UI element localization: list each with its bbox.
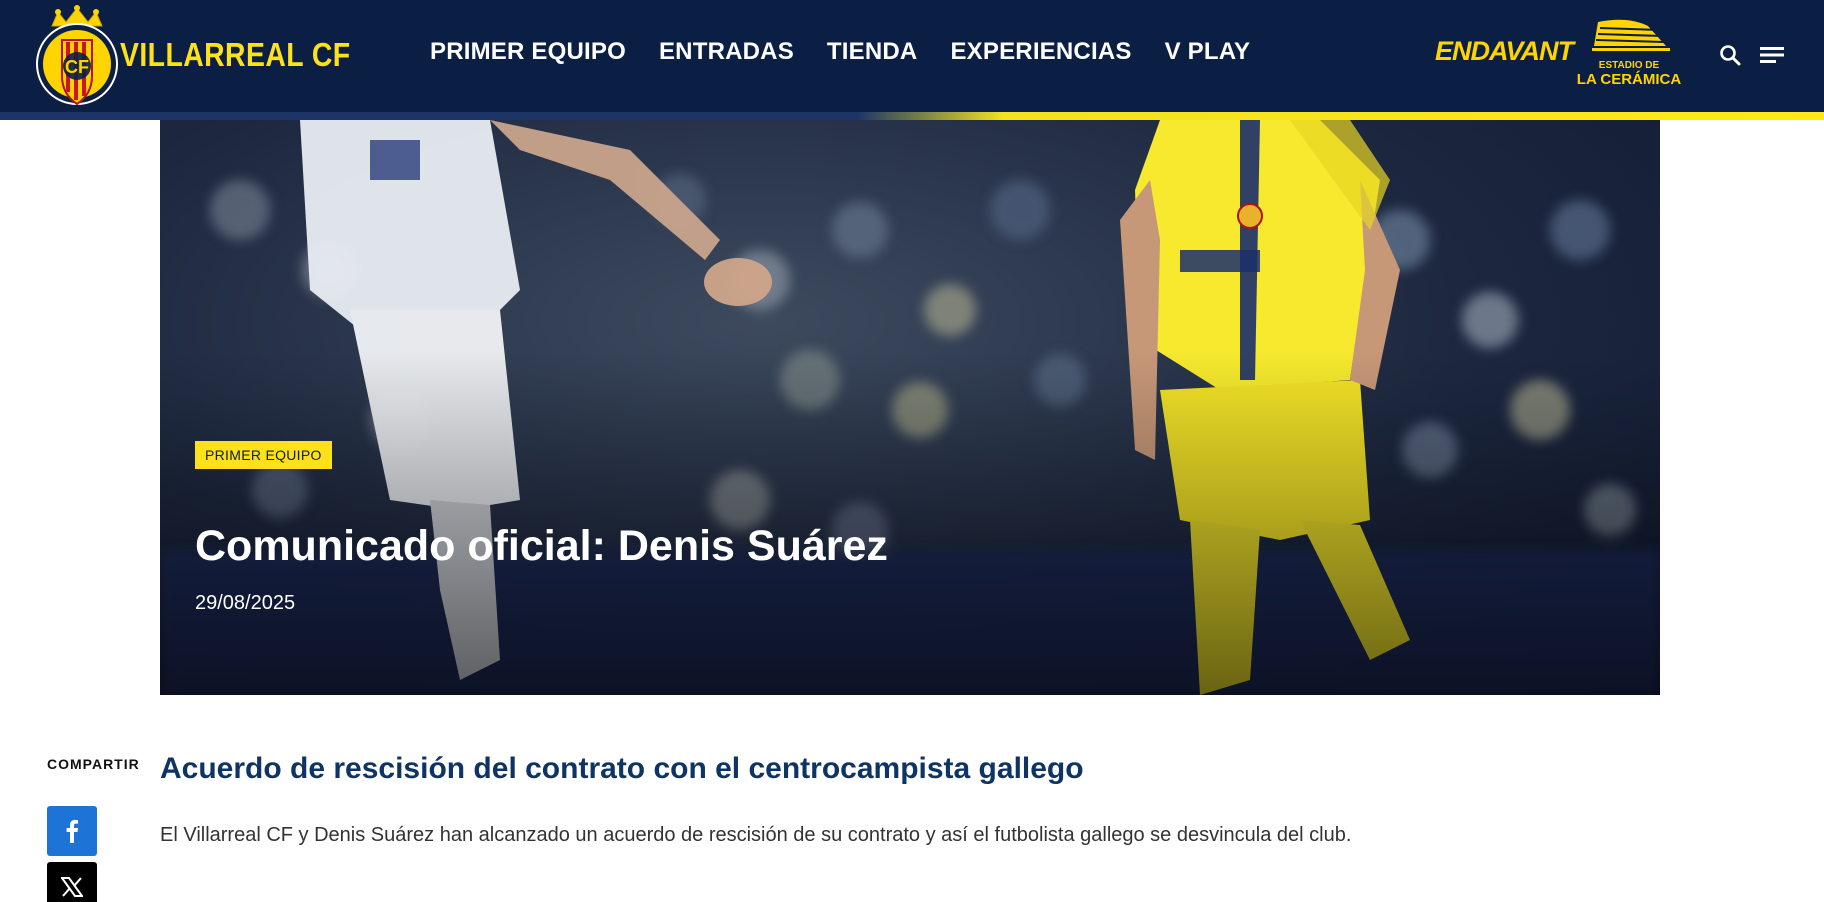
club-crest-logo[interactable]: CF: [34, 4, 120, 108]
site-header: CF VILLARREAL CF PRIMER EQUIPO ENTRADAS …: [0, 0, 1824, 112]
share-facebook-button[interactable]: [47, 806, 97, 856]
share-label: COMPARTIR: [47, 756, 140, 772]
category-badge[interactable]: PRIMER EQUIPO: [195, 441, 332, 469]
main-nav: PRIMER EQUIPO ENTRADAS TIENDA EXPERIENCI…: [430, 38, 1250, 66]
x-icon: [61, 877, 83, 897]
hamburger-menu-icon[interactable]: [1757, 40, 1787, 70]
hero-overlay: [160, 120, 1660, 695]
nav-v-play[interactable]: V PLAY: [1165, 38, 1251, 66]
sponsor-logo[interactable]: ENDAVANT: [1435, 32, 1574, 76]
share-x-button[interactable]: [47, 862, 97, 902]
nav-primer-equipo[interactable]: PRIMER EQUIPO: [430, 38, 626, 66]
stadium-logo[interactable]: ESTADIO DE LA CERÁMICA: [1576, 14, 1682, 90]
nav-tienda[interactable]: TIENDA: [827, 38, 918, 66]
header-accent-stripe: [0, 112, 1824, 120]
crest-letters: CF: [65, 57, 89, 77]
nav-experiencias[interactable]: EXPERIENCIAS: [950, 38, 1131, 66]
article-title: Comunicado oficial: Denis Suárez: [195, 522, 888, 570]
stadium-label-line1: ESTADIO DE: [1598, 60, 1660, 71]
brand-name[interactable]: VILLARREAL CF: [120, 36, 351, 74]
article-body: El Villarreal CF y Denis Suárez han alca…: [160, 824, 1352, 846]
search-icon[interactable]: [1715, 40, 1745, 70]
hero-banner[interactable]: PRIMER EQUIPO Comunicado oficial: Denis …: [160, 120, 1660, 695]
sponsor-name: ENDAVANT: [1435, 36, 1574, 66]
stadium-label-line2: LA CERÁMICA: [1576, 71, 1682, 88]
nav-entradas[interactable]: ENTRADAS: [659, 38, 794, 66]
facebook-icon: [66, 819, 78, 843]
stadium-icon: [1592, 19, 1670, 51]
article-subtitle: Acuerdo de rescisión del contrato con el…: [160, 752, 1084, 785]
article-date: 29/08/2025: [195, 592, 296, 614]
